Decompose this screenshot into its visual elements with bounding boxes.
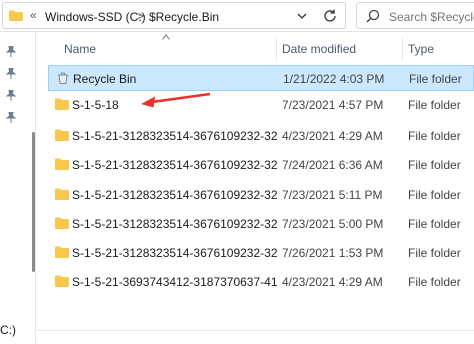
search-icon	[366, 9, 380, 23]
folder-icon	[55, 275, 69, 287]
recycle-bin-icon	[58, 72, 68, 84]
file-date-modified: 4/23/2021 4:29 AM	[282, 275, 383, 289]
column-header-name[interactable]: Name	[64, 42, 96, 56]
file-type: File folder	[408, 217, 461, 231]
file-name: S-1-5-21-3128323514-3676109232-3265...	[72, 158, 277, 172]
nav-drive-label[interactable]: C:)	[0, 323, 16, 337]
pin-icon[interactable]	[6, 112, 16, 123]
folder-icon	[55, 98, 69, 110]
file-name: S-1-5-21-3693743412-3187370637-4196...	[72, 275, 277, 289]
folder-icon	[9, 10, 23, 21]
column-divider[interactable]	[276, 38, 277, 60]
file-date-modified: 4/23/2021 4:29 AM	[282, 129, 383, 143]
pin-icon[interactable]	[6, 46, 16, 57]
file-type: File folder	[408, 98, 461, 112]
column-header-type[interactable]: Type	[408, 42, 434, 56]
folder-icon	[55, 188, 69, 200]
search-input[interactable]	[389, 10, 474, 24]
table-row[interactable]: S-1-5-21-3128323514-3676109232-3265... 7…	[48, 182, 474, 208]
overflow-chevrons[interactable]: «	[30, 8, 37, 22]
refresh-icon[interactable]	[322, 8, 338, 24]
file-type: File folder	[408, 246, 461, 260]
file-name: S-1-5-21-3128323514-3676109232-3265...	[72, 129, 277, 143]
folder-icon	[55, 158, 69, 170]
sort-ascending-icon	[162, 34, 170, 40]
file-type: File folder	[408, 158, 461, 172]
file-type: File folder	[408, 275, 461, 289]
file-date-modified: 7/23/2021 5:11 PM	[282, 188, 383, 202]
folder-icon	[55, 246, 69, 258]
folder-icon	[55, 129, 69, 141]
table-row[interactable]: Recycle Bin 1/21/2022 4:03 PM File folde…	[48, 65, 474, 91]
table-row[interactable]: S-1-5-21-3128323514-3676109232-3265... 7…	[48, 240, 474, 266]
file-name: S-1-5-21-3128323514-3676109232-3265...	[72, 246, 277, 260]
table-row[interactable]: S-1-5-21-3693743412-3187370637-4196... 4…	[48, 269, 474, 295]
divider	[36, 330, 474, 331]
file-type: File folder	[409, 72, 462, 86]
column-header-date-modified[interactable]: Date modified	[282, 42, 356, 56]
breadcrumb-separator[interactable]: >	[137, 9, 144, 23]
pin-icon[interactable]	[6, 90, 16, 101]
folder-icon	[55, 217, 69, 229]
address-toolbar: « Windows-SSD (C:) > $Recycle.Bin	[0, 0, 474, 32]
table-row[interactable]: S-1-5-21-3128323514-3676109232-3265... 7…	[48, 211, 474, 237]
annotation-arrow-icon	[141, 92, 211, 108]
breadcrumb-drive[interactable]: Windows-SSD (C:)	[45, 10, 146, 24]
nav-scrollbar[interactable]	[32, 132, 35, 272]
chevron-down-icon[interactable]	[295, 9, 309, 23]
navigation-pane: C:)	[0, 32, 36, 344]
table-row[interactable]: S-1-5-18 7/23/2021 4:57 PM File folder	[48, 92, 474, 118]
file-type: File folder	[408, 188, 461, 202]
file-date-modified: 7/23/2021 4:57 PM	[282, 98, 384, 112]
search-box[interactable]	[356, 2, 474, 29]
file-name: Recycle Bin	[73, 72, 137, 86]
pin-icon[interactable]	[6, 68, 16, 79]
file-date-modified: 7/26/2021 1:53 PM	[282, 246, 384, 260]
file-name: S-1-5-21-3128323514-3676109232-3265...	[72, 217, 277, 231]
file-name: S-1-5-21-3128323514-3676109232-3265...	[72, 188, 277, 202]
table-row[interactable]: S-1-5-21-3128323514-3676109232-3265... 7…	[48, 152, 474, 178]
column-divider[interactable]	[402, 38, 403, 60]
file-date-modified: 7/23/2021 5:00 PM	[282, 217, 384, 231]
file-type: File folder	[408, 129, 461, 143]
address-bar[interactable]: « Windows-SSD (C:) > $Recycle.Bin	[2, 2, 346, 29]
table-row[interactable]: S-1-5-21-3128323514-3676109232-3265... 4…	[48, 123, 474, 149]
breadcrumb-recycle-bin[interactable]: $Recycle.Bin	[149, 10, 219, 24]
file-date-modified: 1/21/2022 4:03 PM	[283, 72, 385, 86]
file-date-modified: 7/24/2021 6:36 AM	[282, 158, 383, 172]
